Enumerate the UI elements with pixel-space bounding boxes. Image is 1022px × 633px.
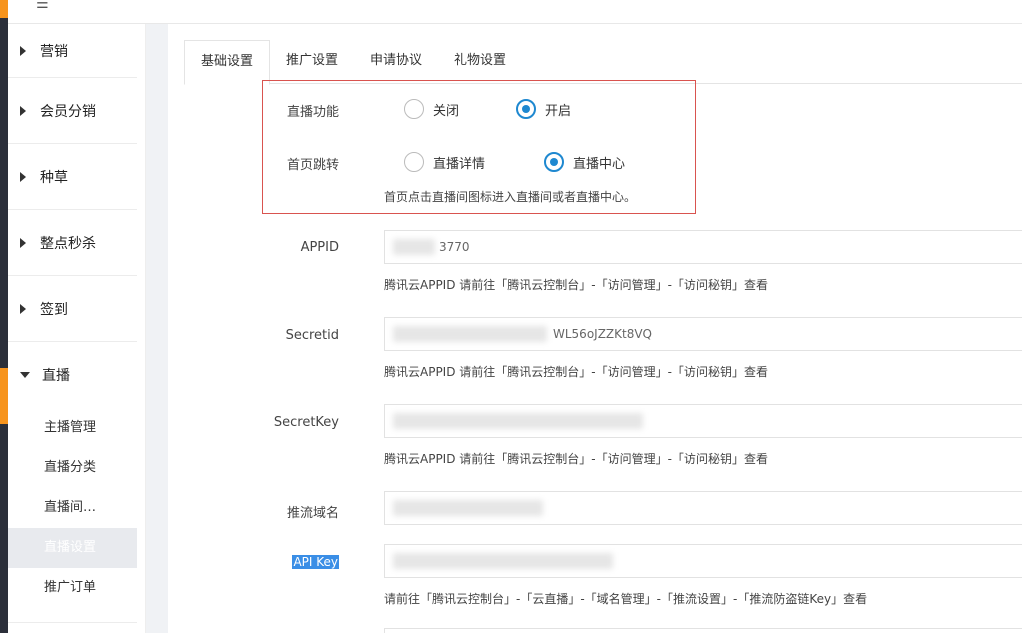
radio-circle: [404, 152, 424, 172]
api-key-input[interactable]: [384, 544, 1022, 578]
secretid-hint: 腾讯云APPID 请前往「腾讯云控制台」-「访问管理」-「访问秘钥」查看: [384, 365, 768, 379]
redacted-mask: [393, 239, 435, 255]
live-submenu: 主播管理 直播分类 直播间… 直播设置 推广订单: [8, 408, 137, 623]
redacted-mask: [393, 500, 543, 516]
sidebar-item-label: 种草: [40, 169, 68, 186]
appid-value: 3770: [439, 240, 470, 254]
radio-label: 开启: [545, 103, 572, 119]
main-panel: 基础设置 推广设置 申请协议 礼物设置 直播功能 关闭 开启 首页跳转 直播详情…: [168, 24, 1022, 633]
sidebar-subitem-promotion-orders[interactable]: 推广订单: [8, 568, 137, 608]
rail-accent-active: [0, 368, 8, 424]
push-domain-input[interactable]: [384, 491, 1022, 525]
next-input-edge: [384, 628, 1022, 633]
sidebar-subitem-anchor-management[interactable]: 主播管理: [8, 408, 137, 448]
caret-down-icon: [20, 372, 30, 378]
sidebar-item-label: 直播: [42, 368, 70, 384]
sidebar-item-label: 整点秒杀: [40, 235, 96, 252]
secretid-label: Secretid: [285, 328, 339, 343]
caret-right-icon: [20, 171, 26, 182]
radio-circle: [516, 99, 536, 119]
api-key-label: API Key: [292, 555, 339, 569]
home-jump-hint: 首页点击直播间图标进入直播间或者直播中心。: [384, 190, 637, 204]
redacted-mask: [393, 413, 643, 429]
sidebar-item-flash-sale[interactable]: 整点秒杀: [8, 210, 137, 276]
radio-label: 直播详情: [433, 156, 486, 172]
caret-right-icon: [20, 237, 26, 248]
radio-label: 关闭: [433, 103, 460, 119]
radio-jump-live-center[interactable]: 直播中心: [544, 152, 625, 172]
radio-live-on[interactable]: 开启: [516, 99, 571, 119]
app-rail: [0, 0, 8, 633]
sidebar: 营销 会员分销 种草 整点秒杀 签到 直播 主播管理 直播分类 直播间… 直播设…: [8, 24, 146, 633]
secretkey-hint: 腾讯云APPID 请前往「腾讯云控制台」-「访问管理」-「访问秘钥」查看: [384, 452, 768, 466]
radio-circle: [544, 152, 564, 172]
radio-circle: [404, 99, 424, 119]
top-bar: ☰: [8, 0, 1022, 24]
sidebar-item-member-distribution[interactable]: 会员分销: [8, 78, 137, 144]
sidebar-item-live[interactable]: 直播: [8, 342, 137, 408]
sidebar-item-label: 签到: [40, 301, 68, 318]
sidebar-subitem-live-settings[interactable]: 直播设置: [8, 528, 137, 568]
appid-label: APPID: [300, 240, 339, 255]
sidebar-item-seeding[interactable]: 种草: [8, 144, 137, 210]
radio-jump-live-detail[interactable]: 直播详情: [404, 152, 485, 172]
secretkey-input[interactable]: [384, 404, 1022, 438]
api-key-label-wrap: API Key: [239, 555, 339, 570]
menu-icon[interactable]: ☰: [36, 0, 49, 11]
push-domain-label: 推流域名: [286, 506, 339, 521]
tab-gift-settings[interactable]: 礼物设置: [438, 40, 522, 84]
tab-application-agreement[interactable]: 申请协议: [354, 40, 438, 84]
sidebar-item-marketing[interactable]: 营销: [8, 24, 137, 78]
caret-right-icon: [20, 105, 26, 116]
live-function-label: 直播功能: [286, 105, 339, 120]
api-key-hint: 请前往「腾讯云控制台」-「云直播」-「域名管理」-「推流设置」-「推流防盗链Ke…: [384, 592, 868, 606]
rail-accent-top: [0, 0, 8, 18]
redacted-mask: [393, 326, 547, 342]
tab-promotion-settings[interactable]: 推广设置: [270, 40, 354, 84]
radio-label: 直播中心: [573, 156, 626, 172]
appid-input[interactable]: 3770: [384, 230, 1022, 264]
sidebar-item-checkin[interactable]: 签到: [8, 276, 137, 342]
tab-basic-settings[interactable]: 基础设置: [184, 40, 271, 85]
caret-right-icon: [20, 303, 26, 314]
secretid-value: WL56oJZZKt8VQ: [553, 327, 653, 341]
sidebar-item-label: 营销: [40, 43, 68, 60]
caret-right-icon: [20, 45, 26, 56]
secretid-input[interactable]: WL56oJZZKt8VQ: [384, 317, 1022, 351]
sidebar-item-label: 会员分销: [40, 103, 96, 120]
sidebar-subitem-live-category[interactable]: 直播分类: [8, 448, 137, 488]
radio-live-off[interactable]: 关闭: [404, 99, 459, 119]
sidebar-subitem-live-room[interactable]: 直播间…: [8, 488, 137, 528]
settings-tabs: 基础设置 推广设置 申请协议 礼物设置: [184, 40, 1022, 85]
appid-hint: 腾讯云APPID 请前往「腾讯云控制台」-「访问管理」-「访问秘钥」查看: [384, 278, 768, 292]
redacted-mask: [393, 553, 613, 569]
secretkey-label: SecretKey: [273, 415, 339, 430]
home-jump-label: 首页跳转: [286, 158, 339, 173]
